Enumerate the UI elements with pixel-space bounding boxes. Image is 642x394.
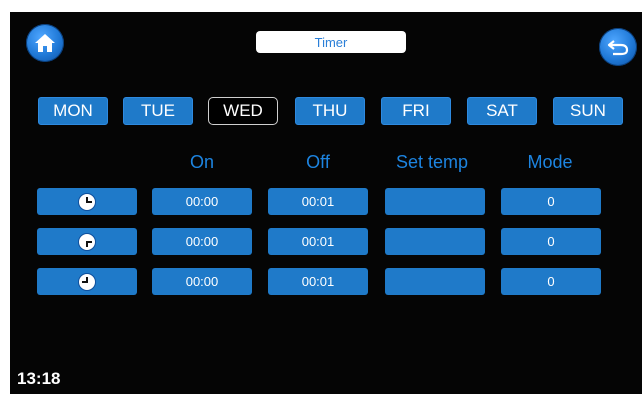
timer-screen: Timer MON TUE WED THU FRI SAT SUN On Off… xyxy=(10,12,642,394)
timer-row-2-off[interactable]: 00:01 xyxy=(268,228,368,255)
clock-icon xyxy=(78,232,96,251)
day-tab-wed[interactable]: WED xyxy=(208,97,278,125)
column-header-set-temp: Set temp xyxy=(395,152,469,172)
back-arrow-icon xyxy=(607,40,629,56)
current-time: 13:18 xyxy=(17,369,61,388)
home-button[interactable] xyxy=(26,24,64,62)
timer-row-1-on[interactable]: 00:00 xyxy=(152,188,252,215)
day-tab-mon[interactable]: MON xyxy=(38,97,108,125)
home-icon xyxy=(35,34,55,52)
back-button[interactable] xyxy=(599,28,637,66)
timer-row-1-toggle[interactable] xyxy=(37,188,137,215)
timer-row-1-off[interactable]: 00:01 xyxy=(268,188,368,215)
timer-row-2-set-temp[interactable] xyxy=(385,228,485,255)
day-tab-fri[interactable]: FRI xyxy=(381,97,451,125)
column-header-off: Off xyxy=(306,152,330,172)
timer-row-1-mode[interactable]: 0 xyxy=(501,188,601,215)
page-title: Timer xyxy=(256,31,406,53)
column-header-mode: Mode xyxy=(527,152,573,172)
timer-row-3-set-temp[interactable] xyxy=(385,268,485,295)
day-tab-tue[interactable]: TUE xyxy=(123,97,193,125)
clock-icon xyxy=(78,272,96,291)
timer-row-2-on[interactable]: 00:00 xyxy=(152,228,252,255)
timer-row-3-toggle[interactable] xyxy=(37,268,137,295)
timer-row-2-toggle[interactable] xyxy=(37,228,137,255)
column-header-on: On xyxy=(189,152,214,172)
timer-row-3-off[interactable]: 00:01 xyxy=(268,268,368,295)
timer-row-3-mode[interactable]: 0 xyxy=(501,268,601,295)
day-tab-sun[interactable]: SUN xyxy=(553,97,623,125)
day-tab-thu[interactable]: THU xyxy=(295,97,365,125)
timer-row-1-set-temp[interactable] xyxy=(385,188,485,215)
clock-icon xyxy=(78,192,96,211)
timer-row-3-on[interactable]: 00:00 xyxy=(152,268,252,295)
day-tab-sat[interactable]: SAT xyxy=(467,97,537,125)
timer-row-2-mode[interactable]: 0 xyxy=(501,228,601,255)
